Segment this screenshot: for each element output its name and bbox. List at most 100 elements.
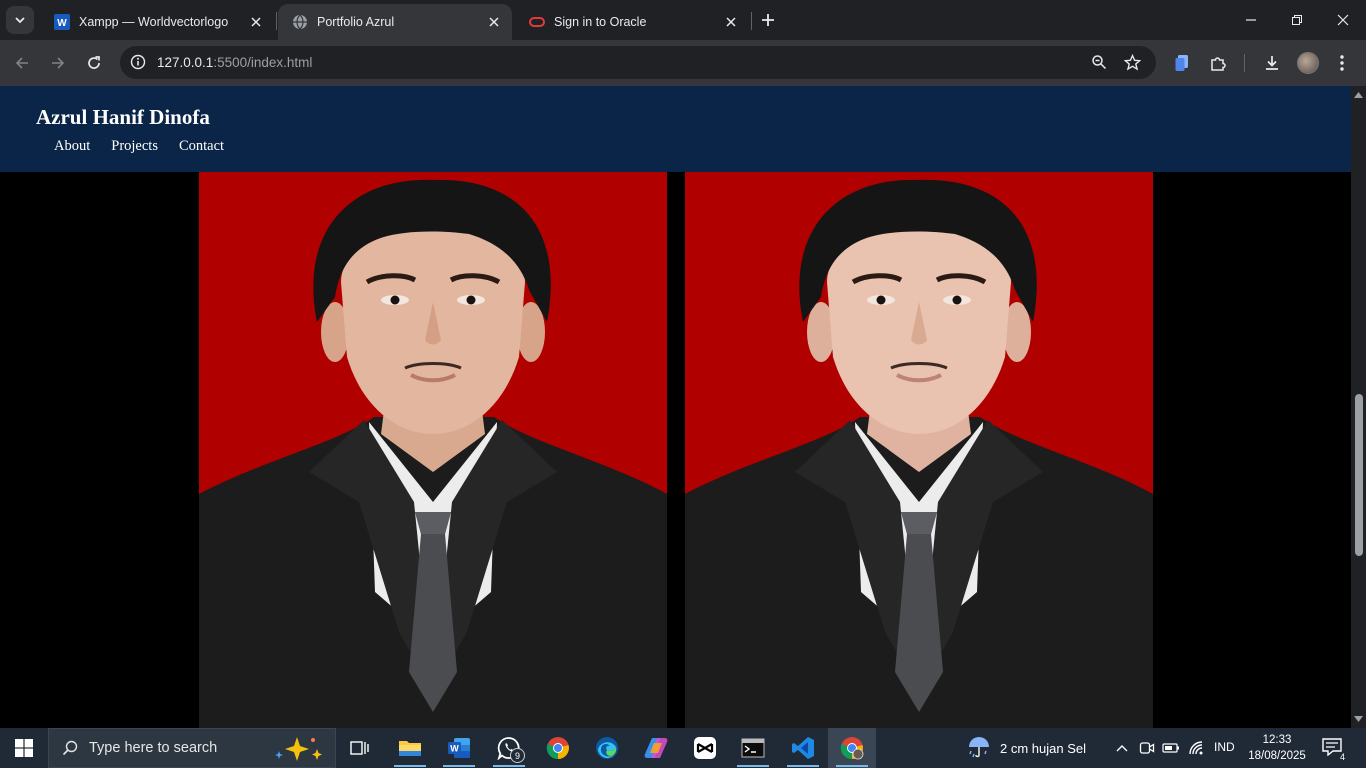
nav-link-contact[interactable]: Contact [179, 138, 224, 155]
folder-icon [399, 741, 421, 756]
docs-extension-icon[interactable] [1171, 52, 1193, 74]
umbrella-rain-icon [969, 737, 989, 758]
minimize-icon [1246, 19, 1256, 21]
windows-taskbar: Type here to search W 9 2 cm hujan Sel I… [0, 728, 1366, 768]
new-tab-button[interactable] [756, 8, 780, 32]
terminal-app[interactable] [729, 728, 777, 768]
url-text[interactable]: 127.0.0.1:5500/index.html [157, 55, 312, 70]
minimize-button[interactable] [1228, 0, 1274, 40]
tab-title: Sign in to Oracle [554, 15, 647, 29]
close-icon[interactable] [246, 12, 266, 32]
start-button[interactable] [0, 728, 48, 768]
wifi-icon[interactable] [1186, 738, 1206, 758]
chrome-app-active[interactable] [828, 728, 876, 768]
zoom-icon[interactable] [1089, 52, 1109, 72]
restore-button[interactable] [1274, 0, 1320, 40]
page-scrollbar[interactable] [1351, 86, 1366, 728]
whatsapp-app[interactable]: 9 [485, 728, 533, 768]
arrow-left-icon [15, 57, 28, 69]
word-app[interactable]: W [435, 728, 483, 768]
tab-search-button[interactable] [6, 6, 34, 34]
site-nav: About Projects Contact [54, 138, 224, 155]
url-path: :5500/index.html [213, 55, 313, 70]
chrome-profile-icon [840, 737, 864, 760]
weather-text: 2 cm hujan Sel [1000, 740, 1086, 756]
site-title: Azrul Hanif Dinofa [36, 105, 210, 129]
file-explorer-app[interactable] [386, 728, 434, 768]
nav-link-about[interactable]: About [54, 138, 90, 155]
forward-button[interactable] [44, 49, 72, 77]
whatsapp-badge: 9 [510, 748, 525, 763]
search-placeholder: Type here to search [89, 740, 218, 756]
download-icon[interactable] [1261, 52, 1283, 74]
close-window-button[interactable] [1320, 0, 1366, 40]
windows-logo-icon [15, 739, 33, 757]
tab-strip: W Xampp — Worldvectorlogo Portfolio Azru… [0, 0, 1366, 40]
profile-photo [685, 172, 1153, 728]
search-icon [61, 739, 79, 757]
capcut-app[interactable] [681, 728, 729, 768]
copilot-app[interactable] [632, 728, 680, 768]
task-view-icon [350, 741, 369, 755]
chrome-icon [546, 737, 569, 760]
tab-portfolio[interactable]: Portfolio Azrul [278, 4, 512, 40]
scroll-thumb[interactable] [1355, 394, 1363, 556]
toolbar-divider [1244, 54, 1245, 72]
oracle-icon [529, 17, 545, 27]
tab-title: Portfolio Azrul [317, 15, 395, 29]
edge-app[interactable] [583, 728, 631, 768]
browser-toolbar: 127.0.0.1:5500/index.html [0, 40, 1366, 86]
edge-icon [596, 737, 618, 759]
address-bar[interactable]: 127.0.0.1:5500/index.html [120, 46, 1156, 79]
url-host: 127.0.0.1 [157, 55, 214, 70]
word-icon: W [54, 14, 70, 30]
weather-widget[interactable]: 2 cm hujan Sel [966, 728, 1086, 768]
reload-icon [88, 56, 100, 69]
page-viewport: Azrul Hanif Dinofa About Projects Contac… [0, 86, 1351, 728]
site-header: Azrul Hanif Dinofa About Projects Contac… [0, 86, 1351, 172]
tab-oracle[interactable]: Sign in to Oracle [515, 4, 749, 40]
close-icon[interactable] [721, 12, 741, 32]
notification-count: 4 [1338, 752, 1346, 762]
meet-now-icon[interactable] [1137, 738, 1157, 758]
word-icon: W [448, 738, 470, 758]
notification-center[interactable]: 4 [1322, 738, 1346, 762]
chevron-up-icon[interactable] [1112, 738, 1132, 758]
taskbar-search[interactable]: Type here to search [48, 728, 336, 768]
profile-avatar[interactable] [1297, 52, 1319, 74]
task-view-button[interactable] [336, 728, 384, 768]
extensions-puzzle-icon[interactable] [1207, 52, 1229, 74]
chevron-down-icon [15, 17, 25, 24]
scroll-down-arrow-icon[interactable] [1354, 714, 1363, 723]
svg-text:W: W [57, 18, 67, 29]
arrow-right-icon [52, 57, 65, 69]
tab-xampp[interactable]: W Xampp — Worldvectorlogo [40, 4, 274, 40]
bookmark-star-icon[interactable] [1122, 52, 1142, 72]
chrome-app[interactable] [534, 728, 582, 768]
close-icon [1337, 14, 1349, 26]
close-icon[interactable] [484, 12, 504, 32]
tab-title: Xampp — Worldvectorlogo [79, 15, 229, 29]
tab-separator [276, 12, 277, 30]
tab-separator [751, 12, 752, 30]
clock-time: 12:33 [1262, 734, 1292, 746]
nav-link-projects[interactable]: Projects [111, 138, 158, 155]
scroll-up-arrow-icon[interactable] [1354, 90, 1363, 99]
svg-text:W: W [450, 744, 459, 754]
restore-icon [1292, 15, 1302, 25]
back-button[interactable] [8, 49, 36, 77]
terminal-icon [741, 738, 765, 758]
vscode-app[interactable] [779, 728, 827, 768]
site-info-icon[interactable] [128, 52, 148, 72]
clock-date: 18/08/2025 [1248, 750, 1306, 762]
battery-icon[interactable] [1161, 738, 1181, 758]
vscode-icon [792, 737, 814, 759]
system-clock[interactable]: 12:33 18/08/2025 [1244, 732, 1310, 764]
plus-icon [762, 14, 774, 26]
capcut-icon [694, 737, 716, 759]
input-language[interactable]: IND [1214, 740, 1235, 754]
kebab-menu-icon[interactable] [1331, 52, 1353, 74]
copilot-icon [644, 738, 668, 758]
sparkle-icon [275, 737, 322, 761]
reload-button[interactable] [80, 49, 108, 77]
